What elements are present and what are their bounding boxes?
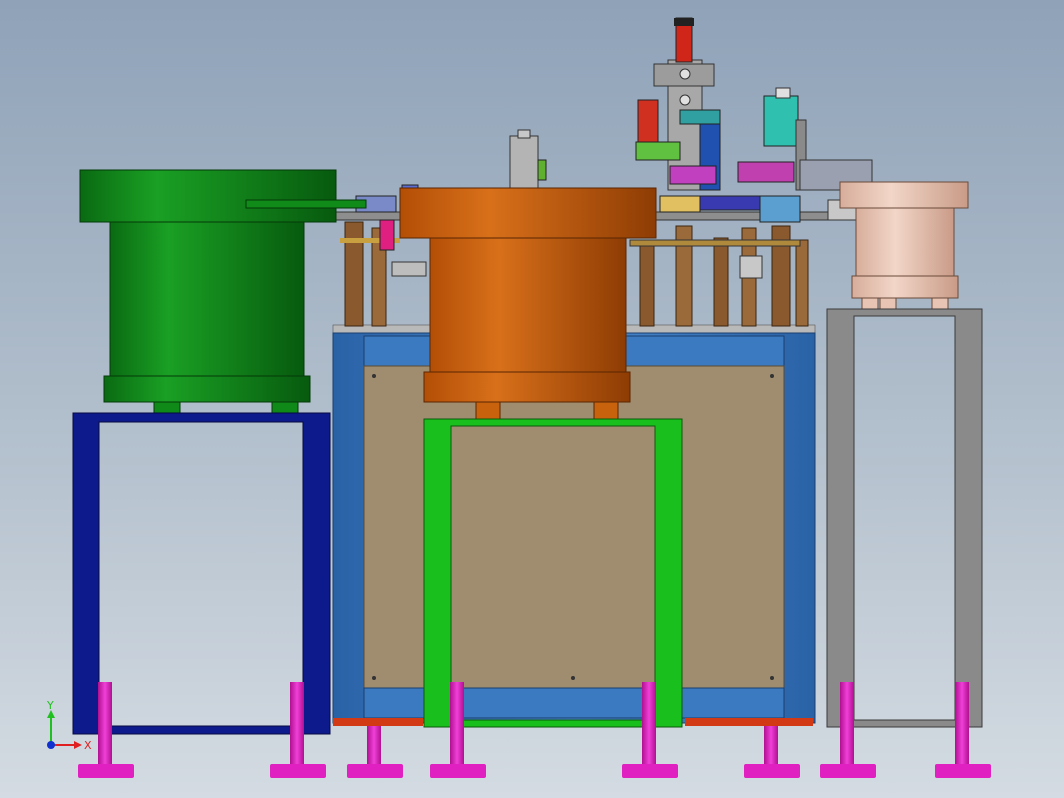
- pink-vibratory-feeder: [839, 181, 969, 311]
- foot-6: [744, 726, 800, 778]
- cad-viewport[interactable]: Y X: [0, 0, 1064, 798]
- foot-3: [347, 726, 403, 778]
- machine-assembly-drawing: Y X: [46, 17, 991, 778]
- x-axis-label: X: [84, 739, 92, 752]
- grey-feeder-stand: [826, 308, 983, 728]
- orange-vibratory-feeder: [399, 187, 657, 421]
- foot-8: [935, 682, 991, 778]
- y-axis-label: Y: [46, 699, 54, 712]
- triad-origin: [47, 741, 55, 749]
- green-vibratory-feeder: [79, 169, 367, 419]
